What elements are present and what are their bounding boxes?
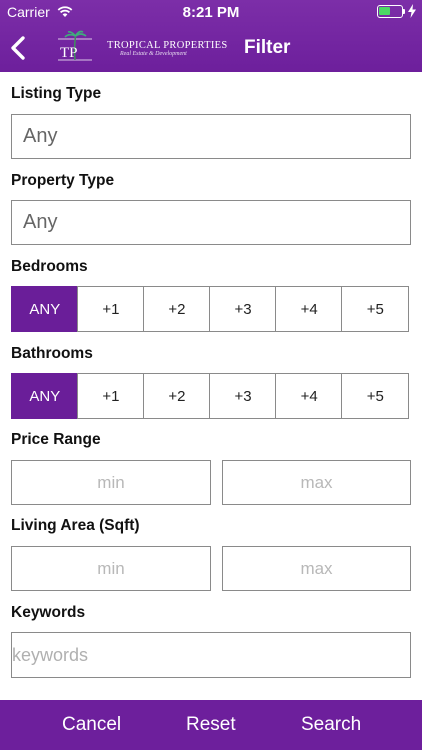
- listing-type-label: Listing Type: [11, 85, 102, 102]
- logo-tagline: Real Estate & Development: [120, 51, 187, 57]
- price-min-input[interactable]: min: [11, 460, 211, 505]
- action-bar: Cancel Reset Search: [0, 700, 422, 750]
- living-area-label: Living Area (Sqft): [11, 517, 140, 534]
- living-area-max-input[interactable]: max: [222, 546, 411, 591]
- page-title: Filter: [244, 37, 291, 58]
- clock-time: 8:21 PM: [182, 4, 240, 21]
- palm-tree-logo-icon: TP: [58, 30, 92, 61]
- status-bar: Carrier 8:21 PM: [0, 0, 422, 24]
- bathrooms-option-4[interactable]: +4: [275, 373, 343, 419]
- price-range-label: Price Range: [11, 431, 101, 448]
- bedrooms-option-3[interactable]: +3: [209, 286, 277, 332]
- keywords-placeholder: keywords: [12, 644, 89, 665]
- bedrooms-label: Bedrooms: [11, 258, 88, 275]
- listing-type-value: Any: [23, 125, 58, 147]
- battery-tip: [403, 9, 405, 14]
- logo-company-name: TROPICAL PROPERTIES: [107, 40, 228, 51]
- keywords-input[interactable]: keywords: [11, 632, 411, 678]
- property-type-label: Property Type: [11, 172, 115, 189]
- bathrooms-option-1[interactable]: +1: [77, 373, 145, 419]
- price-max-placeholder: max: [300, 472, 333, 492]
- search-button[interactable]: Search: [301, 714, 361, 736]
- bathrooms-option-2[interactable]: +2: [143, 373, 211, 419]
- living-area-max-placeholder: max: [300, 558, 333, 578]
- bathrooms-selector: ANY +1 +2 +3 +4 +5: [11, 373, 417, 419]
- bedrooms-selector: ANY +1 +2 +3 +4 +5: [11, 286, 417, 332]
- listing-type-select[interactable]: Any: [11, 114, 411, 159]
- price-max-input[interactable]: max: [222, 460, 411, 505]
- living-area-min-placeholder: min: [97, 558, 125, 578]
- logo-monogram: TP: [60, 45, 78, 61]
- charging-bolt-icon: [408, 4, 416, 18]
- bathrooms-label: Bathrooms: [11, 345, 93, 362]
- battery-level-fill: [379, 7, 390, 15]
- bedrooms-option-any[interactable]: ANY: [11, 286, 79, 332]
- property-type-value: Any: [23, 211, 58, 233]
- reset-button[interactable]: Reset: [186, 714, 236, 736]
- bathrooms-option-5[interactable]: +5: [341, 373, 410, 419]
- back-button[interactable]: [6, 34, 32, 62]
- bedrooms-option-5[interactable]: +5: [341, 286, 410, 332]
- bathrooms-option-any[interactable]: ANY: [11, 373, 79, 419]
- property-type-select[interactable]: Any: [11, 200, 411, 245]
- price-min-placeholder: min: [97, 472, 125, 492]
- keywords-label: Keywords: [11, 604, 86, 621]
- bedrooms-option-4[interactable]: +4: [275, 286, 343, 332]
- bedrooms-option-1[interactable]: +1: [77, 286, 145, 332]
- bedrooms-option-2[interactable]: +2: [143, 286, 211, 332]
- company-logo: TP TROPICAL PROPERTIES Real Estate & Dev…: [57, 30, 227, 66]
- living-area-min-input[interactable]: min: [11, 546, 211, 591]
- battery-icon: [377, 5, 403, 18]
- bathrooms-option-3[interactable]: +3: [209, 373, 277, 419]
- cancel-button[interactable]: Cancel: [62, 714, 121, 736]
- app-header: Carrier 8:21 PM TP TROPICAL PROPERTIES R…: [0, 0, 422, 72]
